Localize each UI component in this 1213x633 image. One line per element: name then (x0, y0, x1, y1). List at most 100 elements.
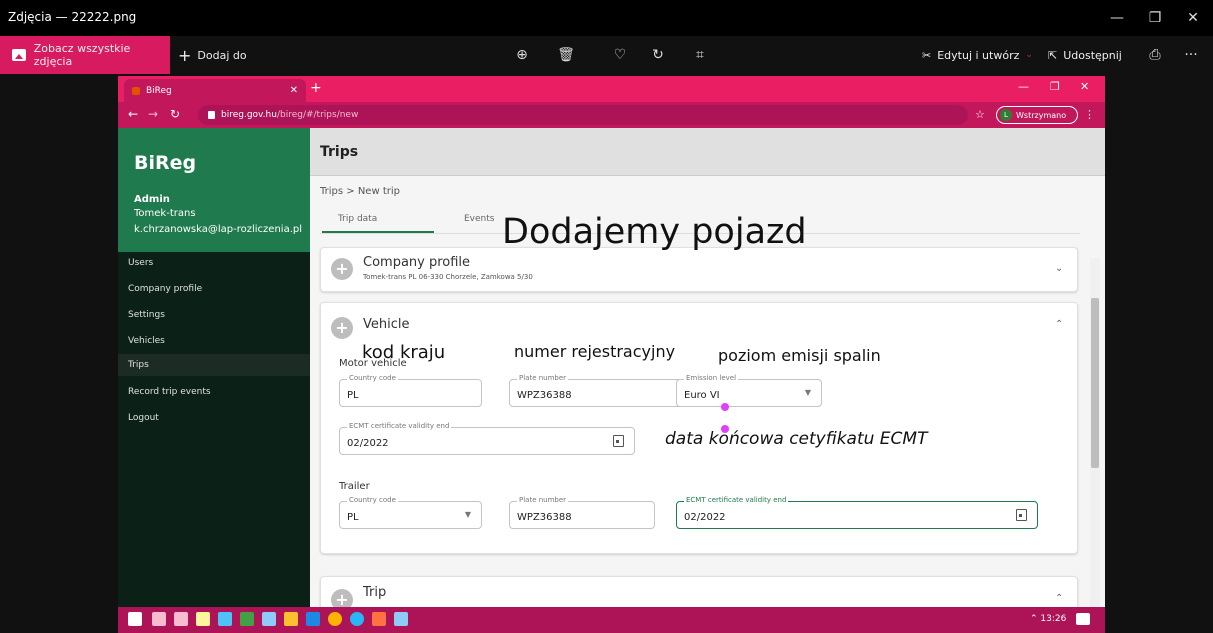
tab-events[interactable]: Events (464, 214, 494, 224)
annotation-country: kod kraju (362, 342, 446, 363)
excel-icon[interactable] (240, 612, 254, 626)
system-tray[interactable]: ⌃ 13:26 (1030, 614, 1066, 624)
vehicle-card-title: Vehicle (363, 317, 410, 332)
field-label: Emission level (684, 374, 739, 382)
photos-icon[interactable] (394, 612, 408, 626)
edit-create-button[interactable]: ✂ Edytuj i utwórz ⌄ (922, 36, 1033, 74)
browser-tab[interactable]: BiReg ✕ (124, 79, 306, 102)
trip-card[interactable]: + Trip ⌃ (320, 576, 1078, 607)
sidebar-item-logout[interactable]: Logout (118, 407, 310, 429)
browser-window: BiReg ✕ + — ❐ ✕ ← → ↻ bireg.gov.hu/bireg… (118, 76, 1105, 607)
see-all-photos-label: Zobacz wszystkie zdjęcia (33, 42, 131, 68)
emission-level-select[interactable]: Emission level Euro VI ▼ (676, 374, 822, 407)
notification-icon[interactable] (1076, 613, 1090, 625)
edge-icon[interactable] (218, 612, 232, 626)
tab-close-icon[interactable]: ✕ (290, 85, 298, 96)
add-to-label: Dodaj do (197, 48, 247, 62)
field-value: 02/2022 (684, 512, 726, 523)
trailer-ecmt-field[interactable]: ECMT certificate validity end 02/2022 (676, 496, 1038, 529)
calendar-icon[interactable] (1016, 509, 1027, 521)
windows-taskbar: ⌃ 13:26 (118, 607, 1105, 633)
motor-ecmt-field[interactable]: ECMT certificate validity end 02/2022 (339, 422, 635, 455)
see-all-photos-button[interactable]: Zobacz wszystkie zdjęcia (0, 36, 170, 74)
annotation-plate: numer rejestracyjny (514, 342, 676, 361)
browser-minimize-icon[interactable]: — (1018, 80, 1029, 93)
search-icon[interactable] (152, 612, 166, 626)
back-icon[interactable]: ← (128, 107, 138, 121)
tab-trip-data[interactable]: Trip data (338, 214, 377, 224)
browser-menu-icon[interactable]: ⋮ (1084, 108, 1095, 121)
app-icon[interactable] (350, 612, 364, 626)
explorer-icon[interactable] (284, 612, 298, 626)
page-title: Trips (320, 144, 359, 160)
forward-icon[interactable]: → (148, 107, 158, 121)
chevron-up-icon[interactable]: ⌃ (1055, 319, 1063, 330)
window-title: Zdjęcia — 22222.png (8, 10, 137, 24)
task-view-icon[interactable] (174, 612, 188, 626)
profile-status: Wstrzymano (1016, 110, 1067, 120)
annotation-emission: poziom emisji spalin (718, 346, 881, 365)
page-header: Trips (310, 128, 1105, 176)
print-icon[interactable]: ⎙ (1145, 45, 1165, 65)
rotate-icon[interactable]: ↻ (648, 45, 668, 65)
browser-maximize-icon[interactable]: ❐ (1050, 80, 1060, 93)
app-icon[interactable] (262, 612, 276, 626)
sidebar-item-vehicles[interactable]: Vehicles (118, 330, 310, 352)
url-field[interactable]: bireg.gov.hu/bireg/#/trips/new (198, 105, 968, 125)
close-button[interactable]: ✕ (1183, 8, 1203, 28)
scrollbar[interactable] (1090, 258, 1100, 607)
sidebar-item-record-trip-events[interactable]: Record trip events (118, 381, 310, 403)
field-value: WPZ36388 (517, 390, 572, 401)
trailer-plate-field[interactable]: Plate number WPZ36388 (509, 496, 655, 529)
dropdown-arrow-icon: ▼ (464, 510, 471, 519)
sidebar-item-users[interactable]: Users (118, 252, 310, 274)
minimize-button[interactable]: — (1107, 8, 1127, 28)
profile-button[interactable]: L Wstrzymano (996, 106, 1078, 124)
picture-icon (12, 49, 26, 61)
bookmark-star-icon[interactable]: ☆ (975, 108, 985, 121)
browser-tab-bar: BiReg ✕ + — ❐ ✕ (118, 76, 1105, 102)
sidebar: BiReg Admin Tomek-trans k.chrzanowska@la… (118, 128, 310, 607)
chevron-down-icon[interactable]: ⌄ (1055, 263, 1063, 274)
heart-icon[interactable]: ♡ (610, 45, 630, 65)
breadcrumb: Trips > New trip (320, 186, 400, 197)
photos-title-bar: Zdjęcia — 22222.png — ❐ ✕ (0, 0, 1213, 36)
plus-icon: + (331, 589, 353, 607)
field-value: PL (347, 390, 359, 401)
main-content: Trips Trips > New trip Trip data Events … (310, 128, 1105, 607)
chrome-icon[interactable] (328, 612, 342, 626)
lock-icon (208, 111, 215, 119)
zoom-icon[interactable]: ⊕ (512, 45, 532, 65)
more-button[interactable]: ··· (1181, 45, 1201, 65)
cursor-dot (721, 425, 729, 433)
crop-icon[interactable]: ⌗ (690, 45, 710, 65)
motor-plate-field[interactable]: Plate number WPZ36388 (509, 374, 683, 407)
start-icon[interactable] (128, 612, 142, 626)
new-tab-button[interactable]: + (310, 80, 322, 96)
share-icon: ⇱ (1048, 48, 1058, 62)
share-button[interactable]: ⇱ Udostępnij (1048, 36, 1122, 74)
store-icon[interactable] (196, 612, 210, 626)
app-icon[interactable] (372, 612, 386, 626)
browser-close-icon[interactable]: ✕ (1080, 80, 1089, 93)
company-profile-card[interactable]: + Company profile Tomek-trans PL 06-330 … (320, 247, 1078, 292)
sidebar-item-settings[interactable]: Settings (118, 304, 310, 326)
annotation-ecmt: data końcowa cetyfikatu ECMT (665, 429, 928, 449)
calendar-icon[interactable] (613, 435, 624, 447)
add-to-button[interactable]: + Dodaj do (178, 36, 247, 74)
field-label: ECMT certificate validity end (684, 496, 789, 504)
reload-icon[interactable]: ↻ (170, 107, 180, 121)
sidebar-item-company-profile[interactable]: Company profile (118, 278, 310, 300)
field-label: Plate number (517, 496, 569, 504)
delete-icon[interactable]: 🗑 (556, 45, 576, 65)
sidebar-item-trips[interactable]: Trips (118, 354, 310, 376)
trailer-country-select[interactable]: Country code PL ▼ (339, 496, 482, 529)
field-value: Euro VI (684, 390, 720, 401)
field-label: ECMT certificate validity end (347, 422, 452, 430)
motor-country-field[interactable]: Country code PL (339, 374, 482, 407)
maximize-button[interactable]: ❐ (1145, 8, 1165, 28)
word-icon[interactable] (306, 612, 320, 626)
scrollbar-thumb[interactable] (1091, 298, 1099, 468)
chevron-up-icon[interactable]: ⌃ (1055, 593, 1063, 604)
plus-icon: + (331, 317, 353, 339)
